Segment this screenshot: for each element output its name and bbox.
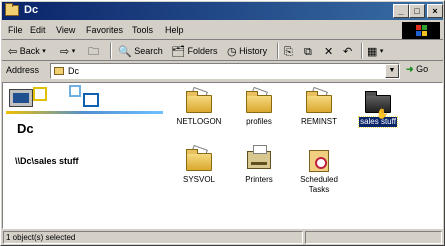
history-label: History (239, 46, 268, 56)
status-text: 1 object(s) selected (3, 231, 303, 244)
address-dropdown-button[interactable]: ▼ (385, 64, 399, 78)
delete-icon: ✕ (324, 45, 334, 58)
list-item-profiles[interactable]: profiles (229, 86, 289, 127)
item-label: Printers (245, 175, 273, 184)
status-panel (305, 231, 442, 244)
menu-bar: File Edit View Favorites Tools Help (2, 21, 443, 39)
printer-icon (247, 145, 271, 169)
go-label: Go (416, 64, 429, 74)
maximize-button[interactable]: □ (409, 4, 425, 18)
search-label: Search (134, 46, 163, 56)
folders-icon: 🗂 (171, 45, 185, 58)
menu-tools[interactable]: Tools (132, 25, 153, 35)
chevron-down-icon: ▾ (42, 47, 46, 55)
web-view-pane: Dc \\Dc\sales stuff (3, 83, 168, 228)
address-field[interactable]: Dc ▼ (50, 63, 400, 79)
item-label: profiles (246, 117, 272, 126)
menu-edit[interactable]: Edit (30, 25, 46, 35)
list-item-reminst[interactable]: REMINST (289, 86, 349, 127)
decor-square (83, 93, 99, 107)
delete-button[interactable]: ✕ (324, 43, 333, 59)
chevron-down-icon: ▾ (379, 47, 384, 55)
folder-icon (186, 91, 212, 113)
move-to-icon: ⎘ (284, 45, 293, 58)
window-title: Dc (24, 4, 39, 16)
forward-button[interactable]: ⇨ ▾ (60, 43, 75, 59)
item-label: REMINST (301, 117, 337, 126)
menu-help[interactable]: Help (165, 25, 184, 35)
decor-square (69, 85, 81, 97)
item-label: NETLOGON (176, 117, 222, 126)
title-bar[interactable]: Dc _ □ × (2, 2, 443, 20)
computer-icon (9, 89, 33, 107)
folder-title: Dc (17, 121, 34, 136)
address-value: Dc (68, 66, 79, 76)
search-button[interactable]: 🔍 Search (118, 43, 163, 59)
share-hand-icon: ✋ (376, 109, 389, 120)
toolbar: ⇦ Back ▾ ⇨ ▾ 🗀 🔍 Search 🗂 Folders ◷ Hist… (2, 39, 443, 61)
folder-icon (54, 67, 64, 75)
views-button[interactable]: ▦ ▾ (367, 43, 383, 59)
folders-label: Folders (187, 46, 218, 56)
history-icon: ◷ (227, 45, 237, 58)
folder-path: \\Dc\sales stuff (15, 156, 79, 166)
back-button[interactable]: ⇦ Back ▾ (8, 43, 46, 59)
windows-logo-icon (402, 22, 440, 39)
list-item-scheduled-tasks[interactable]: Scheduled Tasks (289, 145, 349, 195)
toolbar-divider (277, 43, 279, 59)
menu-view[interactable]: View (56, 25, 75, 35)
undo-button[interactable]: ↶ (343, 43, 352, 59)
folder-icon (5, 3, 19, 16)
status-bar: 1 object(s) selected (2, 230, 443, 245)
toolbar-divider (110, 43, 112, 59)
copy-to-button[interactable]: ⧉ (304, 43, 312, 59)
search-icon: 🔍 (118, 45, 132, 58)
list-item-netlogon[interactable]: NETLOGON (169, 86, 229, 127)
decor-square (33, 87, 47, 101)
list-item-sales-stuff[interactable]: ✋ sales stuff (348, 87, 408, 128)
back-arrow-icon: ⇦ (8, 45, 18, 58)
go-button[interactable]: ➜ Go (406, 64, 428, 75)
address-bar: Address Dc ▼ ➜ Go (2, 60, 443, 80)
content-area: Dc \\Dc\sales stuff NETLOGON profiles RE… (2, 82, 443, 229)
copy-to-icon: ⧉ (304, 45, 312, 58)
address-label: Address (6, 65, 40, 75)
back-label: Back (19, 46, 40, 56)
folder-icon (246, 91, 272, 113)
undo-icon: ↶ (343, 45, 353, 58)
list-item-printers[interactable]: Printers (229, 145, 289, 185)
menu-favorites[interactable]: Favorites (86, 25, 123, 35)
folder-icon (186, 149, 212, 171)
forward-arrow-icon: ⇨ (60, 45, 70, 58)
item-label: Scheduled Tasks (300, 175, 338, 194)
views-icon: ▦ (367, 45, 378, 58)
history-button[interactable]: ◷ History (227, 43, 267, 59)
item-label: SYSVOL (182, 175, 215, 184)
toolbar-divider (361, 43, 363, 59)
chevron-down-icon: ▾ (71, 47, 76, 55)
explorer-window: Dc _ □ × File Edit View Favorites Tools … (0, 0, 445, 246)
list-item-sysvol[interactable]: SYSVOL (169, 144, 229, 185)
shared-folder-icon: ✋ (365, 91, 391, 120)
go-arrow-icon: ➜ (406, 64, 414, 74)
menu-file[interactable]: File (8, 25, 23, 35)
minimize-button[interactable]: _ (393, 4, 409, 18)
folder-icon (306, 91, 332, 113)
close-button[interactable]: × (427, 4, 443, 18)
scheduled-tasks-icon (309, 150, 329, 172)
move-to-button[interactable]: ⎘ (284, 43, 293, 59)
folders-button[interactable]: 🗂 Folders (171, 43, 218, 59)
up-folder-button[interactable]: 🗀 (88, 43, 99, 59)
banner-line (6, 111, 163, 114)
up-folder-icon: 🗀 (88, 45, 99, 58)
